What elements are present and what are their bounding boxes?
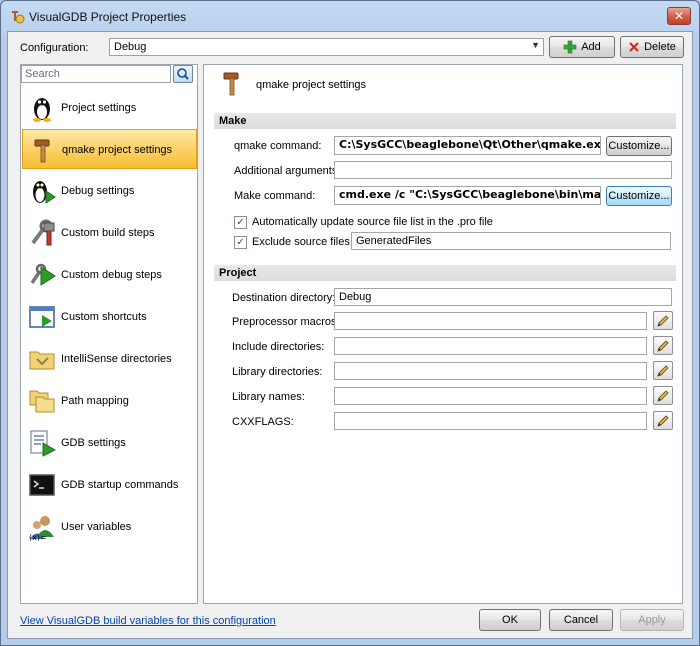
close-button[interactable]: ✕ bbox=[667, 7, 691, 25]
nav-item-label: GDB startup commands bbox=[61, 479, 179, 491]
qmake-customize-button[interactable]: Customize... bbox=[606, 136, 672, 156]
nav-item-gdb-settings[interactable]: GDB settings bbox=[22, 423, 197, 463]
nav-item-label: Custom build steps bbox=[61, 227, 155, 239]
auto-update-label: Automatically update source file list in… bbox=[252, 216, 493, 228]
include-directories-edit-button[interactable] bbox=[653, 336, 673, 355]
cxxflags-field[interactable] bbox=[334, 412, 647, 430]
include-directories-field[interactable] bbox=[334, 337, 647, 355]
nav-item-project-settings[interactable]: Project settings bbox=[22, 88, 197, 128]
nav-item-label: GDB settings bbox=[61, 437, 126, 449]
delete-x-icon bbox=[629, 42, 639, 52]
exclude-folder-field[interactable]: GeneratedFiles bbox=[351, 232, 671, 250]
delete-button-label: Delete bbox=[644, 41, 676, 53]
nav-item-qmake-project-settings[interactable]: qmake project settings bbox=[22, 129, 197, 169]
window-title: VisualGDB Project Properties bbox=[29, 10, 187, 24]
nav-item-gdb-startup-commands[interactable]: GDB startup commands bbox=[22, 465, 197, 505]
window-shortcut-icon bbox=[29, 306, 55, 328]
additional-arguments-field[interactable] bbox=[334, 161, 672, 179]
nav-item-label: Path mapping bbox=[61, 395, 129, 407]
build-variables-link[interactable]: View VisualGDB build variables for this … bbox=[20, 615, 276, 627]
cancel-button[interactable]: Cancel bbox=[549, 609, 613, 631]
users-variable-icon: (x)= bbox=[29, 516, 54, 541]
nav-item-label: IntelliSense directories bbox=[61, 353, 172, 365]
nav-item-label: Debug settings bbox=[61, 185, 135, 197]
console-icon bbox=[29, 474, 55, 496]
library-names-edit-button[interactable] bbox=[653, 386, 673, 405]
svg-text:(x)=: (x)= bbox=[29, 533, 47, 541]
dialog-window: VisualGDB Project Properties ✕ Configura… bbox=[0, 0, 700, 646]
search-button[interactable] bbox=[173, 65, 193, 83]
cxxflags-label: CXXFLAGS: bbox=[232, 416, 294, 428]
library-directories-label: Library directories: bbox=[232, 366, 323, 378]
exclude-source-label: Exclude source files in bbox=[252, 236, 362, 248]
destination-directory-field[interactable]: Debug bbox=[334, 288, 672, 306]
delete-configuration-button[interactable]: Delete bbox=[620, 36, 684, 58]
app-icon bbox=[12, 11, 25, 24]
debug-penguin-icon bbox=[33, 181, 56, 204]
hammer-icon bbox=[34, 139, 50, 163]
make-command-label: Make command: bbox=[234, 190, 316, 202]
page-title: qmake project settings bbox=[256, 79, 367, 91]
preprocessor-macros-label: Preprocessor macros: bbox=[232, 316, 340, 328]
library-names-label: Library names: bbox=[232, 391, 305, 403]
configuration-value: Debug bbox=[114, 41, 147, 53]
nav-item-debug-settings[interactable]: Debug settings bbox=[22, 171, 197, 211]
nav-item-label: Custom debug steps bbox=[61, 269, 162, 281]
dialog-client: Configuration: Debug ▼ Add Delete Search bbox=[7, 31, 693, 639]
preprocessor-macros-edit-button[interactable] bbox=[653, 311, 673, 330]
nav-item-custom-build-steps[interactable]: Custom build steps bbox=[22, 213, 197, 253]
include-directories-label: Include directories: bbox=[232, 341, 325, 353]
folders-icon bbox=[29, 390, 55, 413]
nav-item-label: Project settings bbox=[61, 102, 137, 114]
configuration-select[interactable]: Debug ▼ bbox=[109, 38, 544, 56]
nav-item-custom-debug-steps[interactable]: Custom debug steps bbox=[22, 255, 197, 295]
qmake-command-label: qmake command: bbox=[234, 140, 322, 152]
title-bar[interactable]: VisualGDB Project Properties ✕ bbox=[1, 1, 699, 31]
destination-directory-label: Destination directory: bbox=[232, 292, 336, 304]
debug-step-icon bbox=[30, 263, 56, 286]
auto-update-checkbox[interactable]: ✓ bbox=[234, 216, 247, 229]
configuration-label: Configuration: bbox=[20, 42, 89, 54]
add-button-label: Add bbox=[581, 41, 601, 53]
nav-item-label: User variables bbox=[61, 521, 132, 533]
search-icon bbox=[177, 68, 189, 80]
search-input[interactable]: Search bbox=[21, 65, 171, 83]
exclude-source-checkbox[interactable]: ✓ bbox=[234, 236, 247, 249]
ok-button[interactable]: OK bbox=[479, 609, 541, 631]
section-make-heading: Make bbox=[214, 113, 676, 129]
document-play-icon bbox=[30, 430, 56, 457]
nav-item-label: Custom shortcuts bbox=[61, 311, 147, 323]
folder-icon bbox=[29, 351, 55, 370]
nav-item-intellisense-directories[interactable]: IntelliSense directories bbox=[22, 339, 197, 379]
pencil-icon bbox=[657, 315, 669, 327]
nav-item-user-variables[interactable]: (x)= User variables bbox=[22, 507, 197, 547]
make-customize-button[interactable]: Customize... bbox=[606, 186, 672, 206]
pencil-icon bbox=[657, 340, 669, 352]
qmake-command-field[interactable]: C:\SysGCC\beaglebone\Qt\Other\qmake.exe bbox=[334, 136, 601, 155]
settings-nav-panel: Search Project settings qmake project se… bbox=[20, 64, 198, 604]
pencil-icon bbox=[657, 415, 669, 427]
apply-button[interactable]: Apply bbox=[620, 609, 684, 631]
pencil-icon bbox=[657, 390, 669, 402]
library-directories-edit-button[interactable] bbox=[653, 361, 673, 380]
add-plus-icon bbox=[563, 40, 577, 54]
settings-page-panel: qmake project settings Make qmake comman… bbox=[203, 64, 683, 604]
make-command-field[interactable]: cmd.exe /c "C:\SysGCC\beaglebone\bin\mak… bbox=[334, 186, 601, 205]
nav-item-custom-shortcuts[interactable]: Custom shortcuts bbox=[22, 297, 197, 337]
library-directories-field[interactable] bbox=[334, 362, 647, 380]
additional-arguments-label: Additional arguments: bbox=[234, 165, 341, 177]
preprocessor-macros-field[interactable] bbox=[334, 312, 647, 330]
linux-penguin-icon bbox=[33, 98, 51, 122]
tools-icon bbox=[31, 219, 55, 246]
section-project-heading: Project bbox=[214, 265, 676, 281]
add-configuration-button[interactable]: Add bbox=[549, 36, 615, 58]
hammer-icon bbox=[223, 72, 239, 96]
library-names-field[interactable] bbox=[334, 387, 647, 405]
nav-item-label: qmake project settings bbox=[62, 144, 173, 156]
nav-item-path-mapping[interactable]: Path mapping bbox=[22, 381, 197, 421]
cxxflags-edit-button[interactable] bbox=[653, 411, 673, 430]
pencil-icon bbox=[657, 365, 669, 377]
chevron-down-icon: ▼ bbox=[531, 40, 540, 50]
